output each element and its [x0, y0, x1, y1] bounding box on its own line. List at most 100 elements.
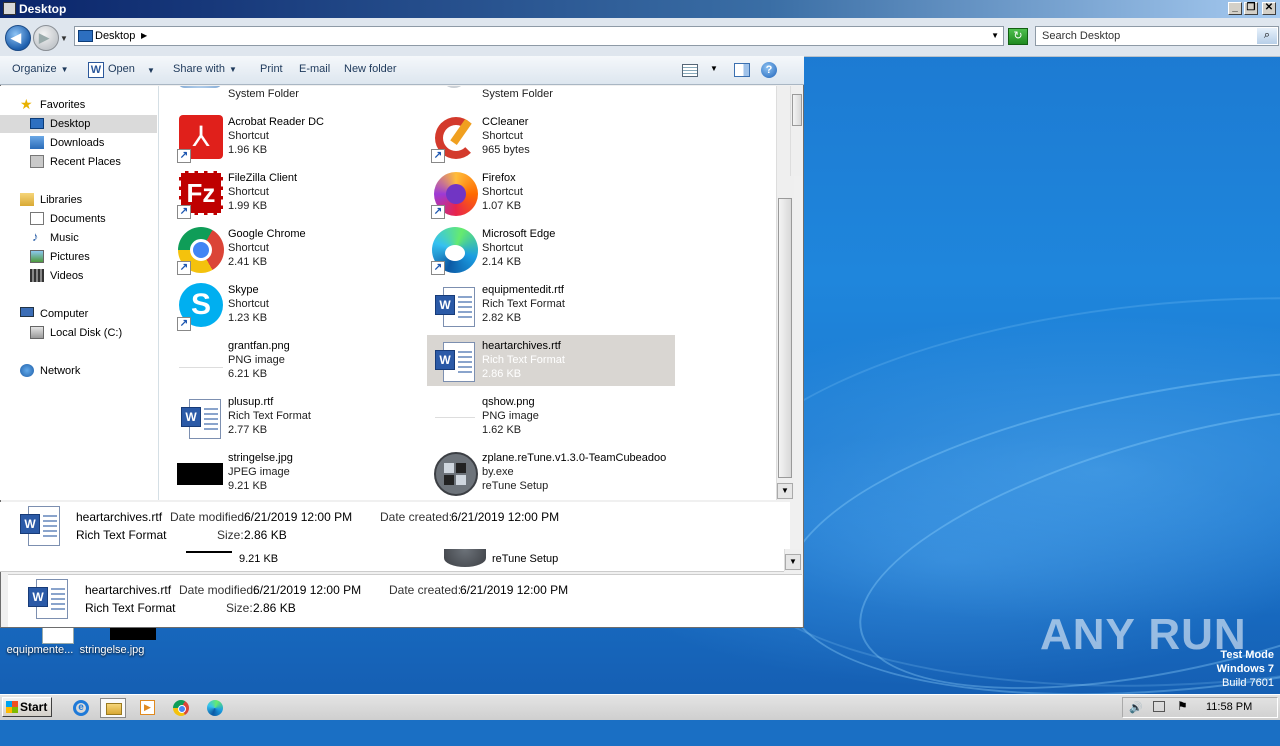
nav-pictures[interactable]: Pictures — [0, 248, 157, 266]
list-item[interactable]: System Folder — [431, 86, 671, 100]
list-item[interactable]: ⅄ ↗ Acrobat Reader DC Shortcut 1.96 KB — [177, 114, 417, 164]
list-item[interactable]: zplane.reTune.v1.3.0-TeamCubeadoo by.exe… — [431, 450, 671, 500]
share-with-button[interactable]: Share with ▼ — [173, 63, 237, 75]
media-player-icon[interactable]: ▶ — [136, 698, 158, 718]
chrome-icon[interactable] — [170, 698, 192, 718]
list-item[interactable]: ↗ CCleaner Shortcut 965 bytes — [431, 114, 671, 164]
action-center-flag-icon[interactable]: ⚑ — [1177, 699, 1188, 713]
ccleaner-icon: ↗ — [431, 115, 479, 163]
organize-button[interactable]: Organize ▼ — [12, 63, 69, 75]
list-item[interactable]: W plusup.rtf Rich Text Format 2.77 KB — [177, 394, 417, 444]
ie-icon[interactable]: e — [70, 698, 92, 718]
desktop-icon — [78, 30, 93, 42]
test-mode-line: Test Mode — [1220, 649, 1274, 661]
shortcut-arrow-icon: ↗ — [431, 205, 445, 219]
preview-pane-icon[interactable] — [734, 63, 750, 77]
nav-downloads[interactable]: Downloads — [0, 134, 157, 152]
desktop-icon — [30, 118, 44, 129]
windows-logo-icon — [6, 701, 18, 713]
start-button[interactable]: Start — [2, 697, 52, 717]
ghost-row-strip: 9.21 KB reTune Setup — [0, 549, 784, 572]
maximize-button[interactable]: ❐ — [1244, 2, 1258, 15]
search-input[interactable]: Search Desktop ⌕ — [1035, 26, 1279, 46]
open-button[interactable]: Open — [108, 63, 135, 75]
skype-icon: S ↗ — [177, 283, 225, 331]
help-icon[interactable]: ? — [761, 62, 777, 78]
view-dropdown-icon[interactable]: ▼ — [710, 64, 718, 73]
refresh-button[interactable]: ↻ — [1008, 28, 1028, 45]
list-item[interactable]: Fz ↗ FileZilla Client Shortcut 1.99 KB — [177, 170, 417, 220]
explorer-taskbar-button[interactable] — [100, 698, 126, 718]
scrollbar-thumb[interactable] — [778, 198, 792, 478]
list-item[interactable]: S ↗ Skype Shortcut 1.23 KB — [177, 282, 417, 332]
folder-icon — [106, 703, 122, 715]
nav-network[interactable]: Network — [0, 362, 157, 380]
nav-recent-places[interactable]: Recent Places — [0, 153, 157, 171]
star-icon: ★ — [20, 96, 33, 112]
breadcrumb-chevron-icon[interactable]: ▶ — [141, 31, 147, 40]
print-button[interactable]: Print — [260, 63, 283, 75]
list-item[interactable]: ↗ Google Chrome Shortcut 2.41 KB — [177, 226, 417, 276]
navigation-pane: ★ Favorites Desktop Downloads Recent Pla… — [0, 86, 159, 500]
address-field[interactable]: Desktop ▶ ▼ — [74, 26, 1004, 46]
desktop-icon-label: stringelse.jpg — [79, 644, 145, 656]
outer-scrollbar[interactable] — [790, 86, 802, 176]
clock[interactable]: 11:58 PM — [1206, 701, 1252, 713]
title-bar[interactable]: Desktop _ ❐ ✕ — [0, 0, 1280, 18]
file-list[interactable]: System Folder System Folder ⅄ ↗ Acrobat … — [159, 86, 776, 500]
build-line: Build 7601 — [1222, 677, 1274, 689]
address-location[interactable]: Desktop — [95, 30, 135, 42]
details-pane-ghost: W heartarchives.rtf Date modified: 6/21/… — [0, 502, 790, 549]
nav-favorites[interactable]: ★ Favorites — [0, 96, 157, 114]
details-pane: W heartarchives.rtf Date modified: 6/21/… — [8, 574, 802, 627]
nav-local-disk[interactable]: Local Disk (C:) — [0, 324, 157, 342]
scrollbar-thumb[interactable] — [792, 94, 802, 126]
scroll-down-arrow-icon[interactable]: ▼ — [777, 483, 793, 499]
search-icon[interactable]: ⌕ — [1257, 28, 1277, 44]
network-icon — [20, 364, 34, 377]
ghost-scrollbar[interactable]: ▼ — [784, 549, 802, 571]
forward-button[interactable]: ▶ — [33, 25, 59, 51]
nav-videos[interactable]: Videos — [0, 267, 157, 285]
list-item[interactable]: grantfan.png PNG image 6.21 KB — [177, 338, 417, 388]
close-button[interactable]: ✕ — [1262, 2, 1276, 15]
png-icon — [431, 395, 479, 443]
list-item[interactable]: W equipmentedit.rtf Rich Text Format 2.8… — [431, 282, 671, 332]
chrome-icon: ↗ — [177, 227, 225, 275]
details-date-modified: 6/21/2019 12:00 PM — [253, 583, 362, 597]
pictures-icon — [30, 250, 44, 263]
taskbar: Start e ▶ 🔊 ⚑ 11:58 PM — [0, 694, 1280, 720]
open-dropdown-icon[interactable]: ▼ — [147, 66, 155, 75]
nav-music[interactable]: ♪ Music — [0, 229, 157, 247]
shortcut-arrow-icon: ↗ — [431, 149, 445, 163]
refresh-icon: ↻ — [1013, 30, 1023, 42]
network-tray-icon[interactable] — [1153, 701, 1165, 712]
forward-arrow-icon: ▶ — [39, 30, 49, 45]
volume-icon[interactable]: 🔊 — [1129, 701, 1143, 714]
nav-desktop[interactable]: Desktop — [0, 115, 157, 133]
scroll-down-arrow-icon[interactable]: ▼ — [785, 554, 801, 570]
list-item[interactable]: stringelse.jpg JPEG image 9.21 KB — [177, 450, 417, 500]
edge-icon: ↗ — [431, 227, 479, 275]
nav-computer[interactable]: Computer — [0, 305, 157, 323]
nav-libraries[interactable]: Libraries — [0, 191, 157, 209]
jpg-icon — [177, 451, 225, 499]
command-bar: Organize ▼ W Open ▼ Share with ▼ Print E-m… — [0, 56, 804, 85]
edge-icon[interactable] — [204, 698, 226, 718]
minimize-button[interactable]: _ — [1228, 2, 1242, 15]
change-view-icon[interactable] — [682, 64, 698, 77]
list-item[interactable]: ↗ Microsoft Edge Shortcut 2.14 KB — [431, 226, 671, 276]
details-size: 2.86 KB — [253, 601, 296, 615]
address-dropdown-icon[interactable]: ▼ — [991, 31, 999, 40]
list-item[interactable]: System Folder — [177, 86, 417, 100]
list-item-selected[interactable]: W heartarchives.rtf Rich Text Format 2.8… — [427, 335, 675, 386]
recent-pages-dropdown-icon[interactable]: ▼ — [60, 34, 68, 43]
list-item[interactable]: qshow.png PNG image 1.62 KB — [431, 394, 671, 444]
back-button[interactable]: ◀ — [5, 25, 31, 51]
recent-places-icon — [30, 155, 44, 168]
email-button[interactable]: E-mail — [299, 63, 330, 75]
new-folder-button[interactable]: New folder — [344, 63, 397, 75]
list-item[interactable]: ↗ Firefox Shortcut 1.07 KB — [431, 170, 671, 220]
window-title: Desktop — [19, 2, 67, 16]
nav-documents[interactable]: Documents — [0, 210, 157, 228]
